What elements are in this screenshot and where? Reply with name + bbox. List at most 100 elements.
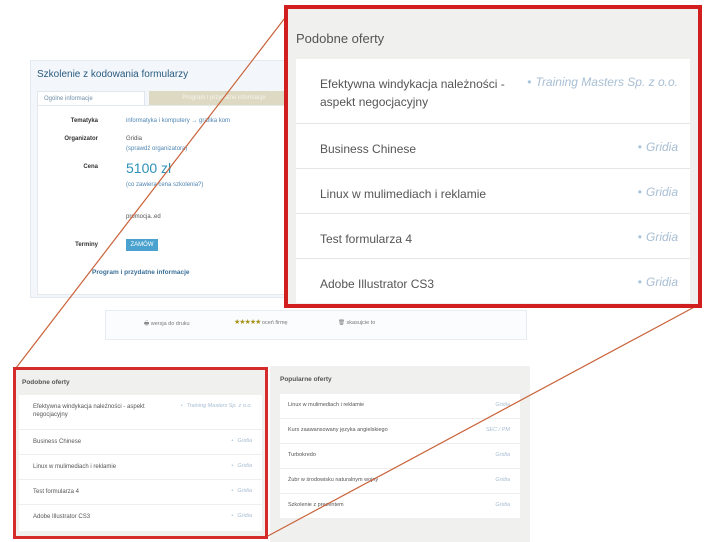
promo-text: promocja..ed — [126, 214, 161, 220]
offer-title[interactable]: Linux w mulimediach i reklamie — [320, 185, 510, 203]
course-info-box: Tematyka informatyka i komputery → grafi… — [37, 105, 297, 295]
tab-general-info[interactable]: Ogólne informacje — [37, 91, 145, 106]
list-item[interactable]: Business Chinese • Gridia — [19, 430, 262, 455]
dates-label: Terminy — [75, 242, 98, 248]
offer-provider: • Training Masters Sp. z o.o. — [527, 75, 678, 89]
bullet-icon: • — [231, 438, 234, 444]
list-item[interactable]: Test formularza 4 • Gridia — [296, 214, 690, 259]
offer-provider-name: Gridia — [237, 438, 252, 444]
offer-provider: • Gridia — [231, 463, 252, 469]
bullet-icon: • — [180, 403, 183, 409]
course-tabs: Ogólne informacje Program i przydatne in… — [37, 91, 299, 106]
action-bar: 🖶 wersja do druku ★★★★★ oceń firmę 🗑 ska… — [105, 310, 527, 340]
offer-title[interactable]: Żubr w środowisku naturalnym wojny — [288, 477, 378, 483]
offer-title[interactable]: Linux w mulimediach i reklamie — [288, 402, 364, 408]
rating-stars[interactable]: ★★★★★ — [234, 319, 261, 326]
offer-provider: • Gridia — [638, 185, 678, 199]
topic-value[interactable]: informatyka i komputery → grafika kom — [126, 118, 230, 124]
save-label: skasujcie to — [346, 320, 376, 326]
trash-icon: 🗑 — [338, 320, 345, 326]
offer-provider: Gridia — [495, 452, 510, 458]
offer-title[interactable]: Adobe Illustrator CS3 — [320, 275, 510, 293]
offer-title[interactable]: Turbokredo — [288, 452, 316, 458]
organizer-value: Gridia — [126, 136, 143, 142]
topic-label: Tematyka — [70, 118, 98, 124]
popular-offers-panel: Popularne oferty Linux w mulimediach i r… — [270, 366, 530, 542]
bullet-icon: • — [637, 185, 642, 199]
offer-title[interactable]: Business Chinese — [33, 438, 153, 446]
popular-offers-list: Linux w mulimediach i reklamie Gridia Kur… — [280, 394, 520, 519]
list-item[interactable]: Test formularza 4 • Gridia — [19, 480, 262, 505]
similar-offers-small: Podobne oferty Efektywna windykacja nale… — [13, 367, 268, 539]
bullet-icon: • — [231, 513, 234, 519]
offer-title[interactable]: Efektywna windykacja należności - aspekt… — [320, 75, 510, 111]
offer-title[interactable]: Test formularza 4 — [320, 230, 510, 248]
list-item[interactable]: Linux w mulimediach i reklamie Gridia — [280, 394, 520, 419]
print-link[interactable]: 🖶 wersja do druku — [144, 320, 190, 329]
offer-provider: • Gridia — [638, 230, 678, 244]
offer-provider-name: Gridia — [645, 230, 678, 244]
offer-provider: • Gridia — [638, 275, 678, 289]
print-label: wersja do druku — [150, 321, 190, 327]
offer-provider: SEC / PM — [485, 427, 510, 433]
rate-label: oceń firmę — [261, 320, 288, 326]
check-organizer-link[interactable]: (sprawdź organizatora) — [126, 146, 187, 152]
similar-offers-title: Podobne oferty — [296, 31, 385, 46]
similar-offers-list-small: Efektywna windykacja należności - aspekt… — [19, 395, 262, 531]
price-value: 5100 zł — [126, 160, 172, 176]
offer-title[interactable]: Test formularza 4 — [33, 488, 153, 496]
list-item[interactable]: Efektywna windykacja należności - aspekt… — [19, 395, 262, 430]
offer-provider-name: Gridia — [237, 513, 252, 519]
offer-title[interactable]: Szkolenie z prezentem — [288, 502, 344, 508]
rate-company[interactable]: ★★★★★ oceń firmę — [234, 318, 288, 326]
list-item[interactable]: Business Chinese • Gridia — [296, 124, 690, 169]
list-item[interactable]: Kurs zaawansowany języka angielskiego SEC… — [280, 419, 520, 444]
bullet-icon: • — [637, 275, 642, 289]
popular-offers-title: Popularne oferty — [280, 376, 332, 383]
offer-provider-name: Training Masters Sp. z o.o. — [186, 403, 252, 409]
bullet-icon: • — [637, 230, 642, 244]
offer-title[interactable]: Kurs zaawansowany języka angielskiego — [288, 427, 388, 433]
bullet-icon: • — [637, 140, 642, 154]
offer-provider: • Gridia — [231, 438, 252, 444]
program-info-link[interactable]: Program i przydatne informacje — [92, 269, 190, 276]
bullet-icon: • — [527, 75, 532, 89]
offer-provider: • Training Masters Sp. z o.o. — [181, 403, 252, 409]
price-info-link[interactable]: (co zawiera cena szkolenia?) — [126, 182, 203, 188]
offer-provider: Gridia — [495, 477, 510, 483]
list-item[interactable]: Efektywna windykacja należności - aspekt… — [296, 59, 690, 124]
bullet-icon: • — [231, 488, 234, 494]
offer-title[interactable]: Business Chinese — [320, 140, 510, 158]
list-item[interactable]: Żubr w środowisku naturalnym wojny Gridia — [280, 469, 520, 494]
offer-provider-name: Gridia — [237, 463, 252, 469]
offer-provider-name: Training Masters Sp. z o.o. — [535, 75, 679, 89]
similar-offers-list: Efektywna windykacja należności - aspekt… — [296, 59, 690, 303]
offer-provider-name: Gridia — [645, 275, 678, 289]
tab-program-info[interactable]: Program i przydatne informacje — [149, 91, 299, 105]
offer-provider: • Gridia — [231, 488, 252, 494]
offer-provider-name: Gridia — [645, 185, 678, 199]
offer-provider: • Gridia — [231, 513, 252, 519]
offer-provider-name: Gridia — [645, 140, 678, 154]
offer-provider: • Gridia — [638, 140, 678, 154]
course-title: Szkolenie z kodowania formularzy — [37, 69, 189, 80]
list-item[interactable]: Adobe Illustrator CS3 • Gridia — [296, 259, 690, 303]
offer-provider: Gridia — [495, 402, 510, 408]
list-item[interactable]: Adobe Illustrator CS3 • Gridia — [19, 505, 262, 531]
order-button[interactable]: ZAMÓW — [126, 239, 158, 251]
save-link[interactable]: 🗑 skasujcie to — [338, 320, 375, 326]
list-item[interactable]: Turbokredo Gridia — [280, 444, 520, 469]
offer-provider: Gridia — [495, 502, 510, 508]
list-item[interactable]: Linux w mulimediach i reklamie • Gridia — [19, 455, 262, 480]
offer-title[interactable]: Adobe Illustrator CS3 — [33, 513, 153, 521]
printer-icon: 🖶 — [144, 321, 150, 327]
organizer-label: Organizator — [64, 136, 98, 142]
offer-title[interactable]: Efektywna windykacja należności - aspekt… — [33, 403, 153, 419]
list-item[interactable]: Linux w mulimediach i reklamie • Gridia — [296, 169, 690, 214]
list-item[interactable]: Szkolenie z prezentem Gridia — [280, 494, 520, 519]
offer-provider-name: Gridia — [237, 488, 252, 494]
similar-offers-title-small: Podobne oferty — [22, 379, 70, 386]
similar-offers-zoom-callout: Podobne oferty Efektywna windykacja nale… — [284, 5, 702, 308]
offer-title[interactable]: Linux w mulimediach i reklamie — [33, 463, 153, 471]
bullet-icon: • — [231, 463, 234, 469]
